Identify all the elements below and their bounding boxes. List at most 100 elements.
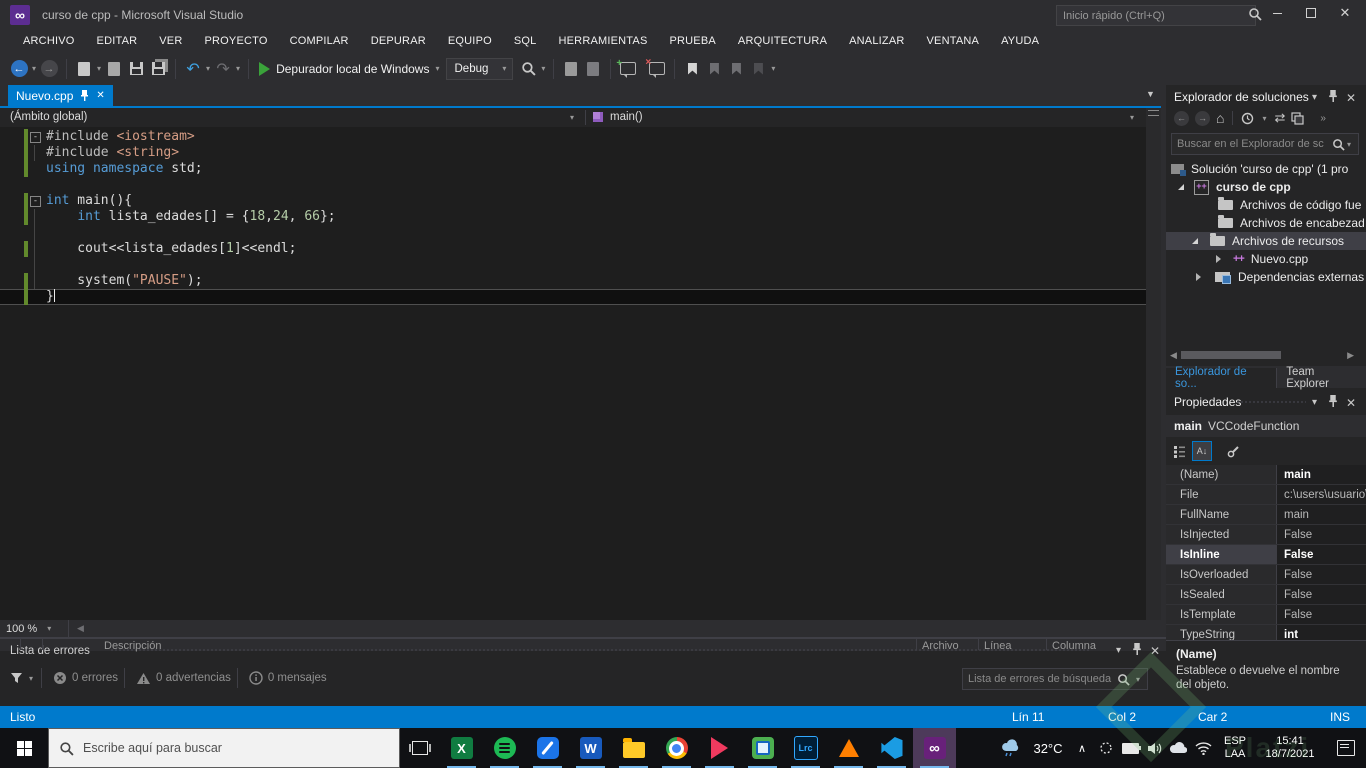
tree-item-header-files[interactable]: Archivos de encabezad	[1166, 214, 1366, 232]
collapsed-arrow-icon[interactable]	[1216, 255, 1221, 263]
tab-pin-icon[interactable]	[80, 90, 89, 101]
property-row-file[interactable]: File c:\users\usuario\	[1166, 485, 1366, 505]
find-in-files-button[interactable]	[518, 57, 538, 81]
editor-splitter-grip[interactable]	[1148, 110, 1159, 116]
scroll-left-icon[interactable]: ◀	[1170, 350, 1177, 361]
properties-pin-icon[interactable]	[1328, 395, 1338, 407]
menu-analizar[interactable]: ANALIZAR	[838, 32, 915, 50]
debug-target-dropdown-icon[interactable]: ▾	[435, 64, 439, 73]
editor-vertical-scrollbar[interactable]	[1146, 108, 1161, 620]
property-value[interactable]: c:\users\usuario\	[1277, 485, 1366, 504]
property-row-fullname[interactable]: FullName main	[1166, 505, 1366, 525]
home-icon[interactable]: ⌂	[1216, 110, 1224, 126]
solution-explorer-hscrollbar[interactable]: ◀ ▶	[1170, 348, 1354, 362]
taskbar-explorer-button[interactable]	[612, 728, 655, 768]
tab-nuevo-cpp[interactable]: Nuevo.cpp ✕	[8, 85, 113, 106]
add-comment-button[interactable]: +	[616, 57, 638, 81]
code-line-5[interactable]: - int main(){	[0, 193, 1146, 209]
categorized-view-icon[interactable]	[1170, 442, 1188, 460]
tree-item-source-files[interactable]: Archivos de código fue	[1166, 196, 1366, 214]
property-value[interactable]: False	[1277, 525, 1366, 544]
taskbar-vscode-button[interactable]	[870, 728, 913, 768]
attach-to-process-button[interactable]	[561, 57, 581, 81]
scrollbar-thumb[interactable]	[1180, 351, 1281, 359]
toolbar-options-icon[interactable]: ▾	[771, 64, 775, 73]
next-bookmark-button[interactable]	[726, 57, 746, 81]
fold-collapse-icon[interactable]: -	[30, 132, 41, 143]
property-row-name[interactable]: (Name) main	[1166, 465, 1366, 485]
se-back-icon[interactable]: ←	[1174, 110, 1189, 126]
menu-depurar[interactable]: DEPURAR	[360, 32, 437, 50]
expanded-arrow-icon[interactable]	[1178, 184, 1184, 190]
tray-app-icon[interactable]	[1094, 728, 1118, 768]
menu-archivo[interactable]: ARCHIVO	[12, 32, 86, 50]
previous-bookmark-button[interactable]	[704, 57, 724, 81]
scope-dropdown-icon[interactable]: ▾	[570, 113, 574, 122]
show-threads-button[interactable]	[583, 57, 603, 81]
menu-ayuda[interactable]: AYUDA	[990, 32, 1050, 50]
taskbar-spotify-button[interactable]	[483, 728, 526, 768]
messages-count[interactable]: 0 mensajes	[268, 672, 327, 684]
code-line-4[interactable]	[0, 177, 1146, 193]
document-list-dropdown-icon[interactable]: ▼	[1146, 89, 1155, 99]
tree-item-nuevo-cpp[interactable]: ++ Nuevo.cpp	[1166, 250, 1366, 268]
tab-team-explorer[interactable]: Team Explorer	[1277, 366, 1366, 390]
start-button[interactable]	[0, 728, 48, 768]
close-button[interactable]: ✕	[1330, 0, 1360, 26]
menu-ver[interactable]: VER	[148, 32, 193, 50]
pending-changes-filter-icon[interactable]	[1241, 112, 1254, 125]
wifi-icon[interactable]	[1190, 728, 1216, 768]
property-row-isoverloaded[interactable]: IsOverloaded False	[1166, 565, 1366, 585]
solution-explorer-pin-icon[interactable]	[1328, 90, 1338, 102]
scroll-right-icon[interactable]: ▶	[1347, 350, 1354, 361]
taskbar-chrome-button[interactable]	[655, 728, 698, 768]
filter-icon[interactable]	[10, 672, 23, 684]
properties-close-icon[interactable]: ✕	[1346, 396, 1356, 410]
fold-collapse-icon[interactable]: -	[30, 196, 41, 207]
new-file-dropdown-icon[interactable]: ▾	[97, 64, 101, 73]
tree-item-solution[interactable]: Solución 'curso de cpp' (1 pro	[1166, 160, 1366, 178]
menu-compilar[interactable]: COMPILAR	[279, 32, 360, 50]
tab-close-icon[interactable]: ✕	[96, 90, 104, 101]
error-list-dropdown-icon[interactable]: ▾	[1116, 645, 1121, 656]
delete-comment-button[interactable]: ×	[645, 57, 667, 81]
restore-button[interactable]	[1296, 0, 1326, 26]
property-value[interactable]: False	[1277, 605, 1366, 624]
property-row-isinline[interactable]: IsInline False	[1166, 545, 1366, 565]
menu-ventana[interactable]: VENTANA	[916, 32, 991, 50]
code-line-7[interactable]	[0, 225, 1146, 241]
tree-item-external-dependencies[interactable]: Dependencias externas	[1166, 268, 1366, 286]
solution-explorer-close-icon[interactable]: ✕	[1346, 91, 1356, 105]
property-value[interactable]: main	[1277, 465, 1366, 484]
property-row-istemplate[interactable]: IsTemplate False	[1166, 605, 1366, 625]
menu-herramientas[interactable]: HERRAMIENTAS	[548, 32, 659, 50]
menu-prueba[interactable]: PRUEBA	[658, 32, 726, 50]
menu-equipo[interactable]: EQUIPO	[437, 32, 503, 50]
find-dropdown-icon[interactable]: ▾	[541, 64, 545, 73]
undo-button[interactable]: ↶	[183, 57, 203, 81]
solution-explorer-dropdown-icon[interactable]: ▾	[1312, 92, 1317, 103]
scope-dropdown[interactable]: (Ámbito global)	[10, 111, 87, 123]
property-row-issealed[interactable]: IsSealed False	[1166, 585, 1366, 605]
properties-drag-grip[interactable]	[1236, 400, 1306, 405]
taskbar-vlc-button[interactable]	[827, 728, 870, 768]
redo-button[interactable]: ↷	[213, 57, 233, 81]
code-line-11[interactable]: }	[0, 289, 1146, 305]
se-overflow-icon[interactable]: »	[1320, 113, 1326, 124]
property-value[interactable]: False	[1277, 585, 1366, 604]
taskbar-excel-button[interactable]	[440, 728, 483, 768]
se-forward-icon[interactable]: →	[1195, 110, 1210, 126]
configuration-combobox[interactable]: Debug ▾	[445, 57, 514, 80]
taskbar-word-button[interactable]	[569, 728, 612, 768]
member-dropdown-icon[interactable]: ▾	[1130, 113, 1134, 122]
taskbar-lightroom-button[interactable]	[784, 728, 827, 768]
hscroll-left-arrow-icon[interactable]: ◀	[77, 623, 84, 634]
sync-with-active-document-icon[interactable]: ⇄	[1274, 110, 1285, 126]
property-pages-icon[interactable]	[1224, 442, 1242, 460]
member-dropdown[interactable]: main()	[610, 111, 643, 123]
error-list-pin-icon[interactable]	[1132, 643, 1142, 655]
errors-count[interactable]: 0 errores	[72, 672, 118, 684]
save-button[interactable]	[126, 57, 146, 81]
new-file-button[interactable]	[74, 57, 94, 81]
taskbar-search-input[interactable]: Escribe aquí para buscar	[48, 728, 400, 768]
